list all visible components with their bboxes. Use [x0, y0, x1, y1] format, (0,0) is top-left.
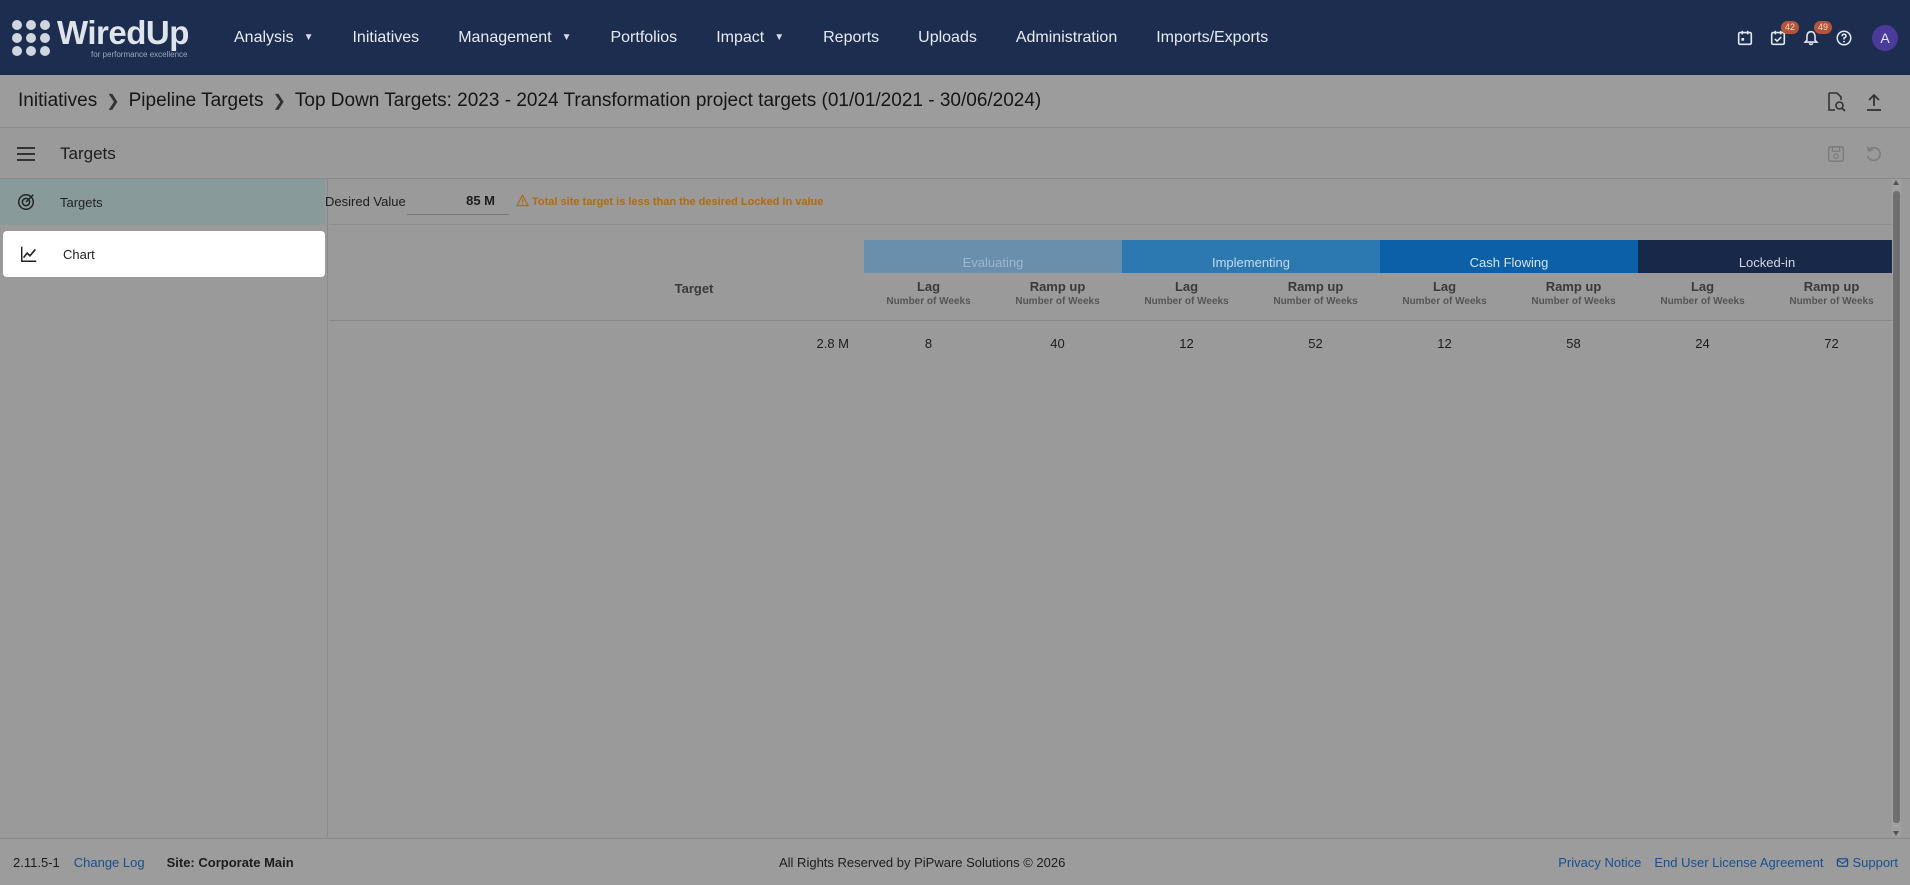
stage-header-cash-flowing: Cash Flowing [1380, 240, 1638, 273]
nav-initiatives[interactable]: Initiatives [352, 29, 419, 47]
sidebar-item-label: Chart [63, 246, 95, 262]
column-header-implementing-lag: Lag Number of Weeks [1144, 279, 1229, 307]
page-title: Top Down Targets: 2023 - 2024 Transforma… [294, 90, 1042, 111]
caret-down-icon: ▼ [303, 32, 314, 43]
stage-header-locked-in: Locked-in [1638, 240, 1896, 273]
eula-link[interactable]: End User License Agreement [1654, 855, 1823, 870]
logo-tagline: for performance excellence [91, 50, 188, 59]
breadcrumb-initiatives[interactable]: Initiatives [18, 90, 97, 112]
sidebar-item-targets[interactable]: Targets [0, 179, 325, 225]
cell-cash-flowing-rampup[interactable]: 58 [1509, 336, 1638, 351]
sidebar: Targets Chart [0, 179, 328, 837]
caret-down-icon: ▼ [774, 32, 785, 43]
document-search-icon[interactable] [1824, 90, 1848, 114]
target-warning: Total site target is less than the desir… [515, 193, 824, 210]
upload-icon[interactable] [1862, 90, 1886, 114]
section-title: Targets [60, 143, 116, 163]
privacy-notice-link[interactable]: Privacy Notice [1558, 855, 1641, 870]
logo-dots-icon [12, 19, 51, 56]
undo-icon[interactable] [1862, 142, 1886, 166]
support-link[interactable]: Support [1836, 855, 1898, 870]
chart-line-icon [17, 244, 41, 264]
main-content: Desired Value 85 M Total site target is … [325, 179, 1901, 837]
header-divider [329, 320, 1899, 321]
chevron-right-icon: ❯ [106, 93, 120, 110]
cell-evaluating-lag[interactable]: 8 [864, 336, 993, 351]
column-header-locked-in-rampup: Ramp up Number of Weeks [1789, 279, 1874, 307]
save-icon[interactable] [1824, 142, 1848, 166]
column-header-evaluating-lag: Lag Number of Weeks [886, 279, 971, 307]
footer: 2.11.5-1 Change Log Site: Corporate Main… [0, 838, 1910, 885]
notifications-badge: 49 [1813, 20, 1832, 34]
stage-header-evaluating: Evaluating [864, 240, 1122, 273]
chevron-right-icon: ❯ [272, 93, 286, 110]
avatar[interactable]: A [1872, 24, 1898, 51]
site-label: Site: Corporate Main [166, 854, 294, 870]
desired-value-row: Desired Value 85 M Total site target is … [325, 179, 1899, 225]
sidebar-item-chart[interactable]: Chart [3, 231, 325, 277]
version-label: 2.11.5-1 [13, 854, 60, 870]
bell-icon[interactable]: 49 [1800, 20, 1832, 49]
nav-imports-exports[interactable]: Imports/Exports [1156, 29, 1268, 47]
cell-implementing-rampup[interactable]: 52 [1251, 336, 1380, 351]
column-header-cash-flowing-lag: Lag Number of Weeks [1402, 279, 1487, 307]
nav-administration[interactable]: Administration [1016, 29, 1117, 47]
cell-locked-in-rampup[interactable]: 72 [1767, 336, 1896, 351]
nav-impact[interactable]: Impact ▼ [716, 29, 784, 47]
change-log-link[interactable]: Change Log [74, 855, 145, 870]
menu-icon[interactable] [17, 143, 35, 165]
warning-text: Total site target is less than the desir… [532, 195, 824, 208]
caret-down-icon: ▼ [561, 32, 572, 43]
target-icon [14, 192, 38, 212]
support-icon [1836, 856, 1849, 869]
nav-portfolios[interactable]: Portfolios [610, 29, 677, 47]
cell-locked-in-lag[interactable]: 24 [1638, 336, 1767, 351]
desired-value-label: Desired Value [325, 194, 406, 209]
calendar-icon[interactable] [1734, 27, 1756, 49]
scroll-down-icon[interactable] [1893, 831, 1899, 836]
cell-evaluating-rampup[interactable]: 40 [993, 336, 1122, 351]
cell-cash-flowing-lag[interactable]: 12 [1380, 336, 1509, 351]
nav-management[interactable]: Management ▼ [458, 29, 571, 47]
column-header-evaluating-rampup: Ramp up Number of Weeks [1015, 279, 1100, 307]
column-header-locked-in-lag: Lag Number of Weeks [1660, 279, 1745, 307]
breadcrumb-pipeline-targets[interactable]: Pipeline Targets [129, 90, 264, 112]
column-header-cash-flowing-rampup: Ramp up Number of Weeks [1531, 279, 1616, 307]
cell-implementing-lag[interactable]: 12 [1122, 336, 1251, 351]
cell-target-value[interactable]: 2.8 M [749, 336, 849, 351]
scroll-up-icon[interactable] [1893, 180, 1899, 185]
sub-header: Targets [0, 129, 1910, 179]
scrollbar-thumb[interactable] [1893, 191, 1900, 823]
column-header-target: Target [674, 281, 714, 296]
vertical-scrollbar[interactable] [1892, 179, 1901, 837]
warning-icon [515, 193, 530, 210]
stage-header-implementing: Implementing [1122, 240, 1380, 273]
nav-reports[interactable]: Reports [823, 29, 879, 47]
help-icon[interactable] [1833, 27, 1855, 49]
main-nav: Analysis ▼ Initiatives Management ▼ Portfo… [234, 0, 1307, 75]
sidebar-item-label: Targets [60, 194, 103, 210]
nav-uploads[interactable]: Uploads [918, 29, 977, 47]
breadcrumb-bar: Initiatives ❯ Pipeline Targets ❯ Top Dow… [0, 75, 1910, 128]
nav-analysis[interactable]: Analysis ▼ [234, 29, 313, 47]
breadcrumb: Initiatives ❯ Pipeline Targets ❯ Top Dow… [18, 90, 1041, 112]
column-header-implementing-rampup: Ramp up Number of Weeks [1273, 279, 1358, 307]
wiredup-logo[interactable]: WiredUp for performance excellence [12, 8, 212, 68]
top-navbar: WiredUp for performance excellence Analy… [0, 0, 1910, 75]
task-check-icon[interactable]: 42 [1767, 20, 1799, 49]
desired-value-field[interactable]: 85 M [407, 189, 509, 215]
logo-text: WiredUp [57, 14, 189, 51]
tasks-badge: 42 [1780, 20, 1799, 34]
copyright-text: All Rights Reserved by PiPware Solutions… [779, 854, 1066, 870]
